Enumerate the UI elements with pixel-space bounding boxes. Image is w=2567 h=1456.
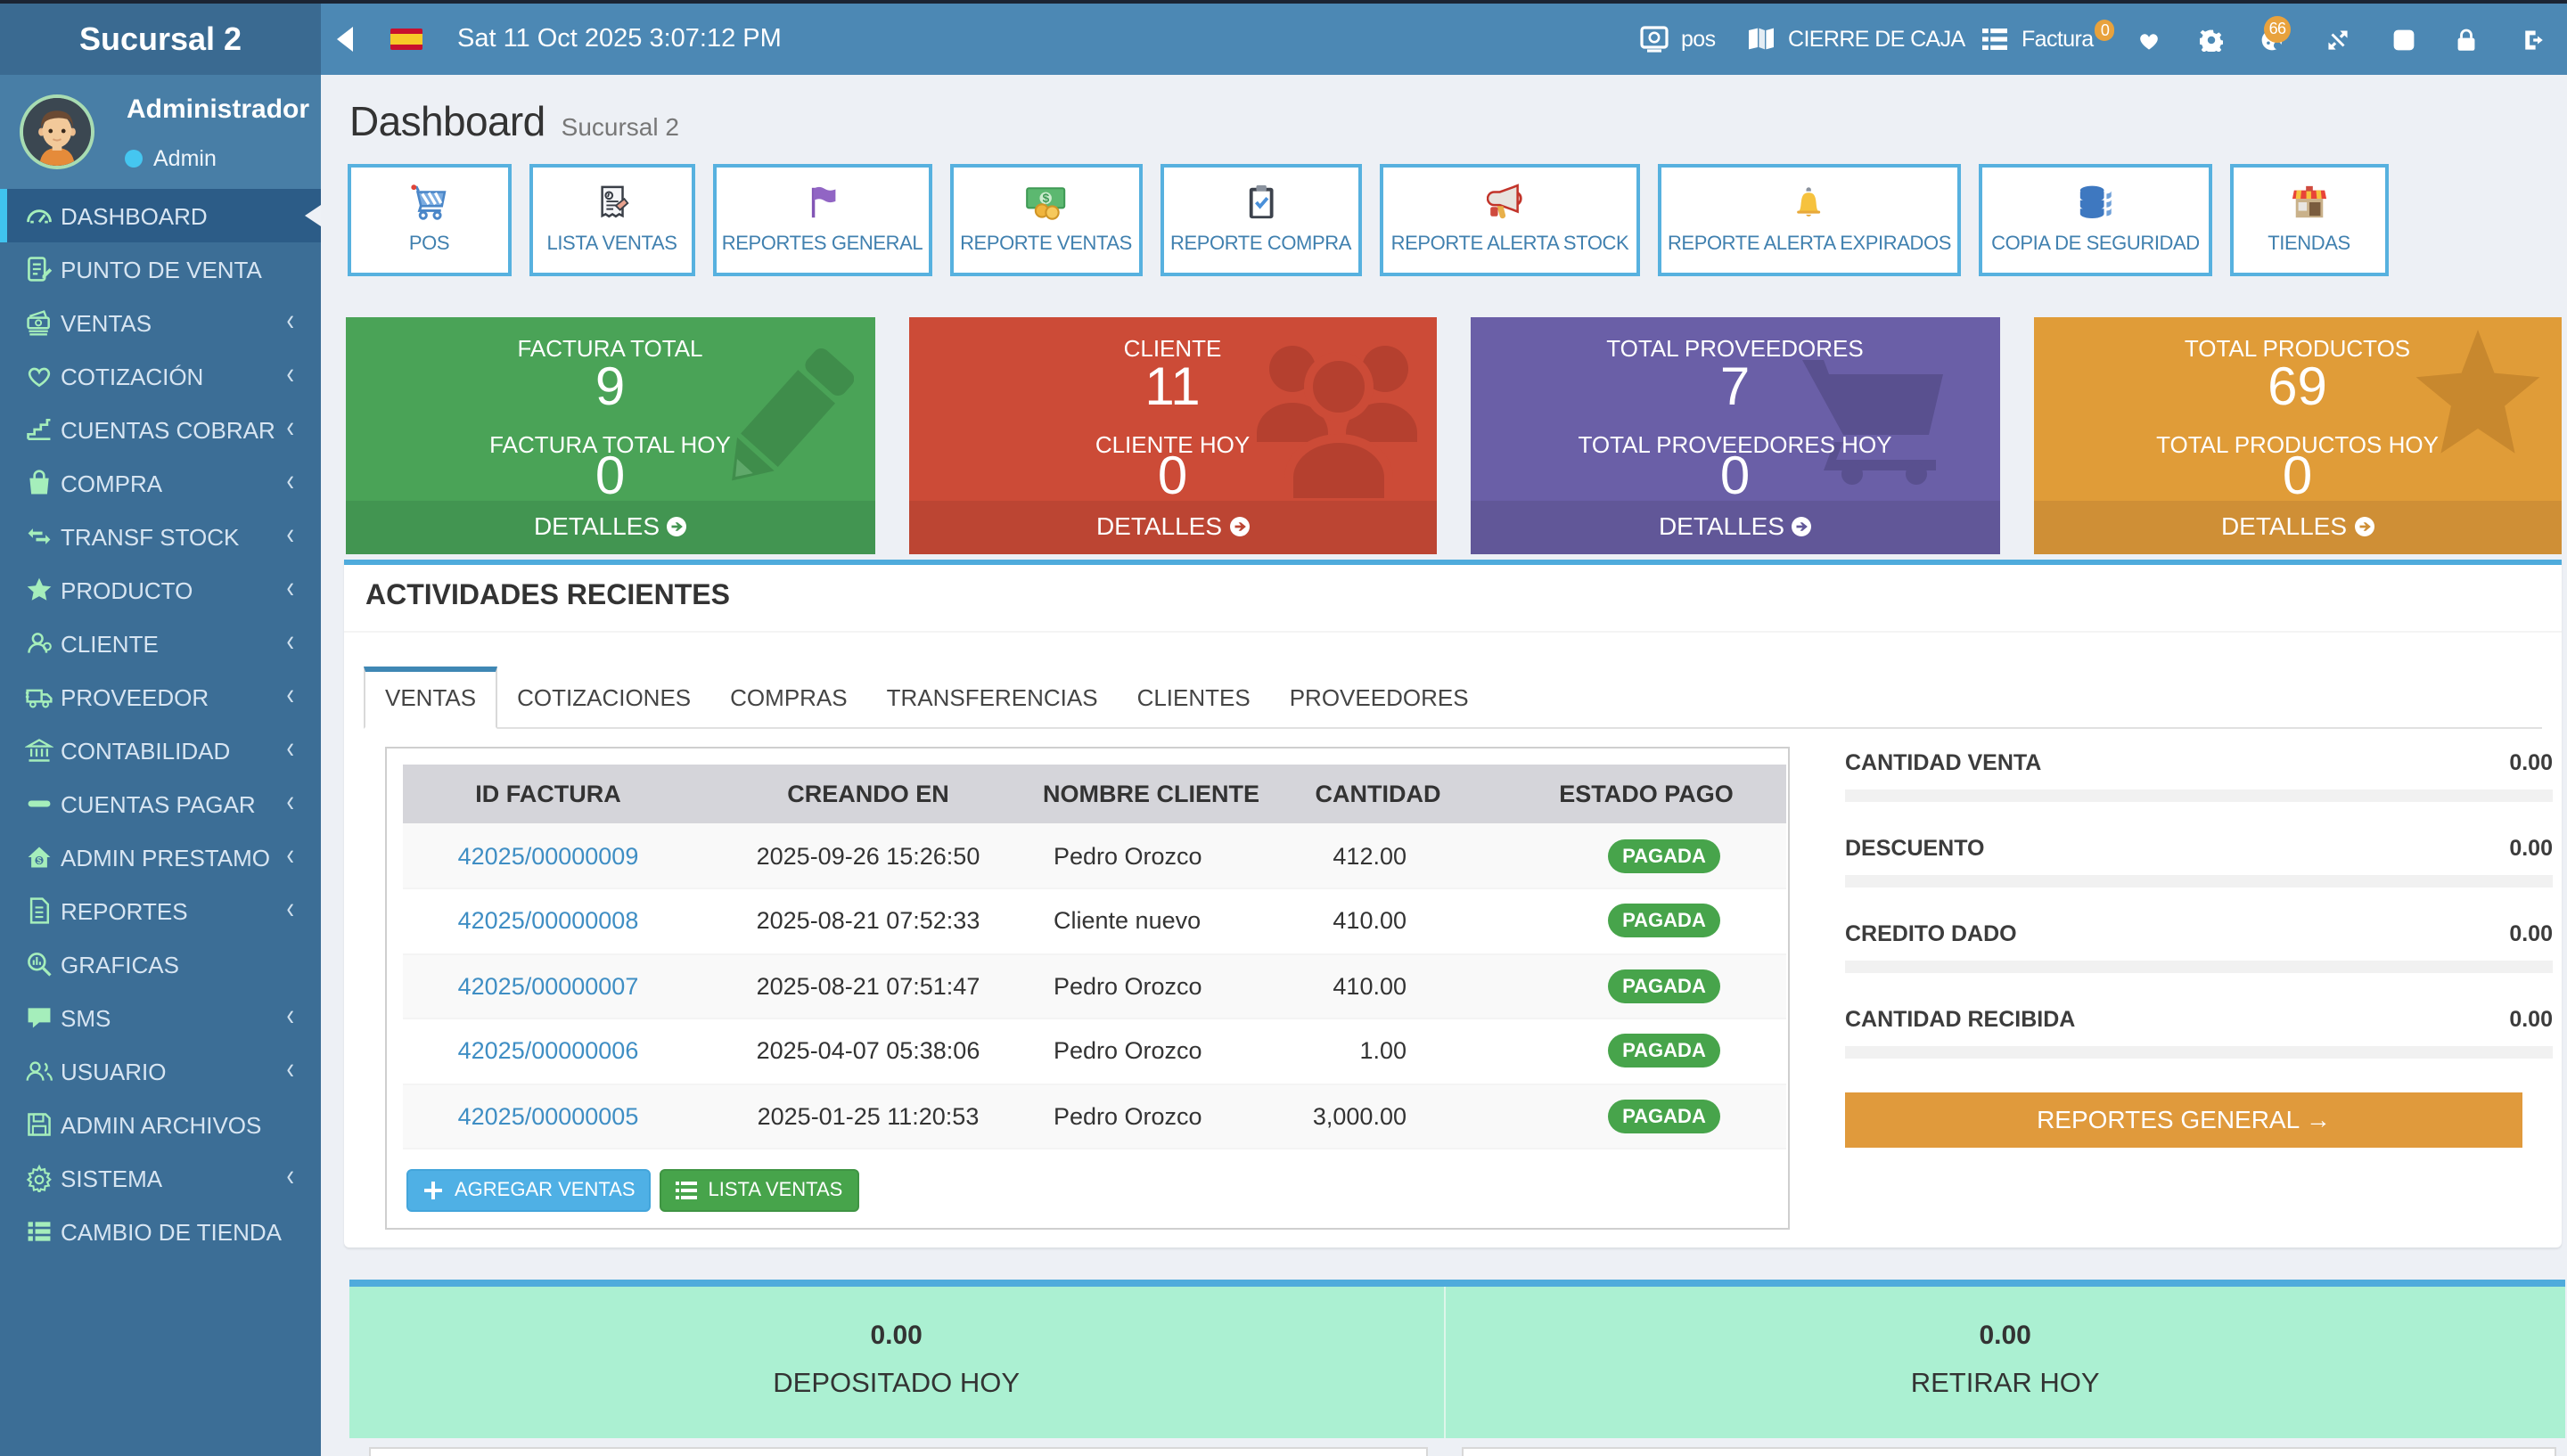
svg-text:$: $ — [37, 856, 42, 866]
svg-text:$: $ — [1043, 192, 1050, 205]
